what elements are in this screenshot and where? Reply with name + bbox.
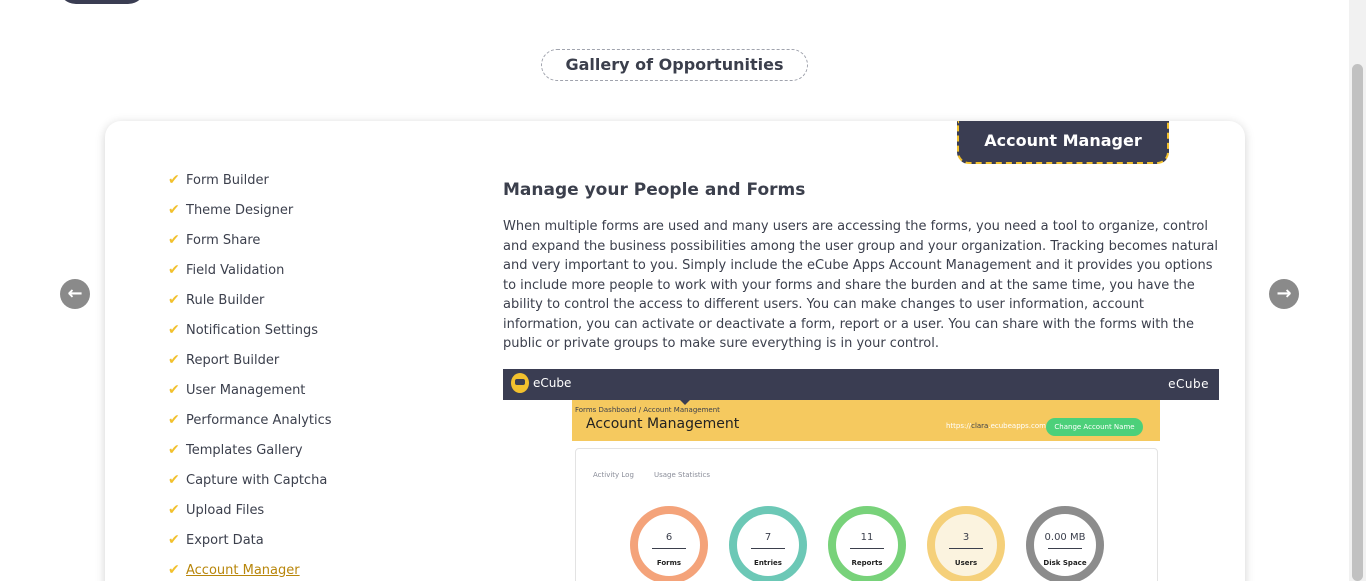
- check-icon: ✔: [168, 412, 180, 428]
- check-icon: ✔: [168, 382, 180, 398]
- feature-list: ✔ Form Builder ✔ Theme Designer ✔ Form Shar…: [168, 165, 332, 581]
- check-icon: ✔: [168, 472, 180, 488]
- ecube-logo-icon: [511, 373, 529, 393]
- screenshot-page-title: Account Management: [586, 416, 740, 432]
- feature-item-templates-gallery[interactable]: ✔ Templates Gallery: [168, 435, 332, 465]
- check-icon: ✔: [168, 502, 180, 518]
- feature-item-form-builder[interactable]: ✔ Form Builder: [168, 165, 332, 195]
- feature-item-user-management[interactable]: ✔ User Management: [168, 375, 332, 405]
- screenshot-breadcrumb: Forms Dashboard / Account Management: [575, 406, 720, 414]
- check-icon: ✔: [168, 322, 180, 338]
- screenshot-change-account-button: Change Account Name: [1046, 418, 1143, 436]
- screenshot-logo-text: eCube: [533, 376, 572, 390]
- check-icon: ✔: [168, 232, 180, 248]
- feature-item-capture-with-captcha[interactable]: ✔ Capture with Captcha: [168, 465, 332, 495]
- stat-entries: 7 Entries: [729, 506, 807, 581]
- feature-item-field-validation[interactable]: ✔ Field Validation: [168, 255, 332, 285]
- feature-item-report-builder[interactable]: ✔ Report Builder: [168, 345, 332, 375]
- scrollbar-thumb[interactable]: [1352, 64, 1363, 581]
- screenshot-brand: eCube: [1168, 377, 1209, 391]
- screenshot-notch: [680, 400, 690, 405]
- check-icon: ✔: [168, 532, 180, 548]
- stat-forms: 6 Forms: [630, 506, 708, 581]
- feature-description: When multiple forms are used and many us…: [503, 219, 1218, 351]
- stat-reports: 11 Reports: [828, 506, 906, 581]
- stat-disk-space: 0.00 MB Disk Space: [1026, 506, 1104, 581]
- screenshot-tab-activity-log: Activity Log: [593, 471, 634, 479]
- arrow-left-icon[interactable]: ←: [60, 279, 90, 309]
- screenshot-url: https://clara.ecubeapps.com: [946, 422, 1046, 430]
- check-icon: ✔: [168, 172, 180, 188]
- check-icon: ✔: [168, 442, 180, 458]
- feature-item-form-share[interactable]: ✔ Form Share: [168, 225, 332, 255]
- check-icon: ✔: [168, 562, 180, 578]
- stat-users: 3 Users: [927, 506, 1005, 581]
- gallery-title: Gallery of Opportunities: [541, 49, 808, 81]
- feature-heading: Manage your People and Forms: [503, 180, 806, 200]
- arrow-right-icon[interactable]: →: [1269, 279, 1299, 309]
- active-feature-tab: Account Manager: [957, 121, 1169, 164]
- feature-item-account-manager[interactable]: ✔ Account Manager: [168, 555, 332, 581]
- check-icon: ✔: [168, 262, 180, 278]
- page: Gallery of Opportunities Account Manager…: [0, 0, 1366, 581]
- feature-item-export-data[interactable]: ✔ Export Data: [168, 525, 332, 555]
- top-decoration: [58, 0, 146, 4]
- feature-item-rule-builder[interactable]: ✔ Rule Builder: [168, 285, 332, 315]
- check-icon: ✔: [168, 352, 180, 368]
- check-icon: ✔: [168, 292, 180, 308]
- feature-item-theme-designer[interactable]: ✔ Theme Designer: [168, 195, 332, 225]
- feature-item-performance-analytics[interactable]: ✔ Performance Analytics: [168, 405, 332, 435]
- screenshot-tab-usage-statistics: Usage Statistics: [654, 471, 711, 479]
- feature-item-notification-settings[interactable]: ✔ Notification Settings: [168, 315, 332, 345]
- check-icon: ✔: [168, 202, 180, 218]
- page-scrollbar[interactable]: [1349, 0, 1366, 581]
- feature-item-upload-files[interactable]: ✔ Upload Files: [168, 495, 332, 525]
- screenshot-topbar: eCube eCube: [503, 369, 1219, 400]
